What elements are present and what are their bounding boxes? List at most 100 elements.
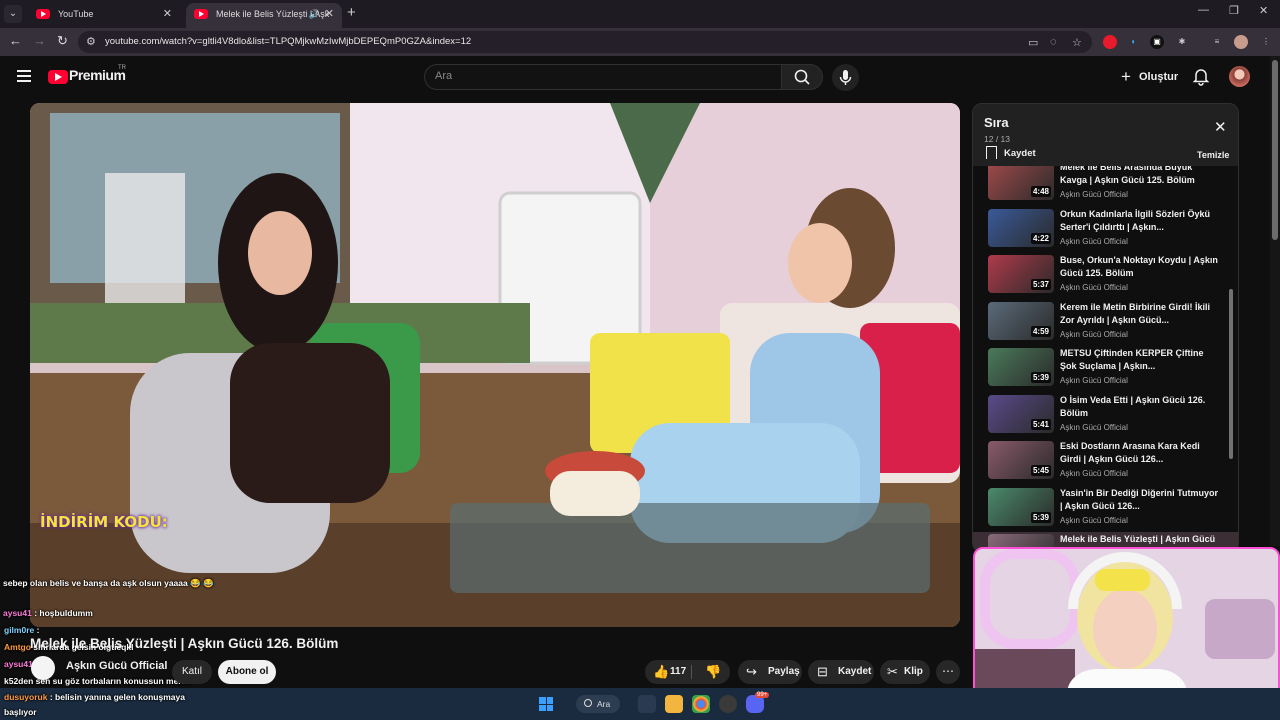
video-thumbnail[interactable]: 4:22	[988, 208, 1054, 247]
playlist-item-title[interactable]: Melek ile Belis Yüzleşti | Aşkın Gücü	[1060, 533, 1220, 546]
forward-icon[interactable]: →	[33, 33, 46, 48]
playlist-item-title[interactable]: Melek ile Belis Arasında Büyük Kavga | A…	[1060, 166, 1220, 187]
share-label: Paylaş	[768, 666, 800, 677]
profile-avatar[interactable]	[1234, 35, 1248, 49]
playlist-item[interactable]: 5:37 Buse, Orkun'a Noktayı Koydu | Aşkın …	[973, 253, 1238, 299]
like-count[interactable]: 117	[670, 660, 686, 684]
video-title: Melek ile Belis Yüzleşti | Aşkın Gücü 12…	[30, 636, 339, 651]
chat-message: aysu41	[4, 659, 33, 669]
chat-message: gilm0re :	[4, 625, 40, 635]
join-button[interactable]: Katıl	[172, 660, 212, 684]
playlist-item[interactable]: 5:41 O İsim Veda Etti | Aşkın Gücü 126. B…	[973, 393, 1238, 439]
task-view-icon[interactable]	[638, 695, 656, 713]
bell-icon	[1192, 69, 1210, 86]
video-thumbnail[interactable]: 5:45	[988, 441, 1054, 479]
close-tab-icon[interactable]: ✕	[325, 3, 334, 25]
notification-badge: 99+	[755, 692, 770, 698]
video-duration: 5:37	[1030, 279, 1051, 290]
playlist-item-title[interactable]: Kerem ile Metin Birbirine Girdi! İkili Z…	[1060, 301, 1220, 327]
video-duration: 5:41	[1030, 418, 1051, 430]
video-thumbnail[interactable]: 5:41	[988, 394, 1054, 433]
minimize-icon[interactable]: —	[1198, 4, 1209, 16]
taskbar-search[interactable]: Ara	[576, 695, 620, 713]
menu-icon[interactable]	[17, 70, 31, 82]
tab-label: YouTube	[58, 9, 94, 19]
chat-message: k52den sen su göz torbaların konussun me…	[4, 676, 191, 686]
extensions-puzzle-icon[interactable]: ✱	[1175, 35, 1189, 49]
new-tab-button[interactable]: +	[347, 4, 356, 21]
channel-name[interactable]: Aşkın Gücü Official	[66, 660, 167, 672]
tab-youtube[interactable]: YouTube ✕	[28, 3, 180, 28]
video-frame	[30, 103, 960, 627]
plus-icon: +	[1121, 67, 1131, 86]
create-button[interactable]: + Oluştur	[1117, 66, 1178, 88]
page-scrollbar[interactable]	[1270, 56, 1280, 546]
youtube-logo-icon[interactable]	[48, 70, 68, 84]
playlist-item[interactable]: 5:39 METSU Çiftinden KERPER Çiftine Şok S…	[973, 346, 1238, 392]
youtube-favicon-icon	[194, 9, 208, 19]
window-close-icon[interactable]: ✕	[1259, 4, 1268, 17]
tab-video[interactable]: Melek ile Belis Yüzleşti | Aşk 🔊 ✕	[186, 3, 342, 28]
video-thumbnail[interactable]: 5:37	[988, 255, 1054, 293]
video-thumbnail[interactable]: 5:39	[988, 487, 1054, 526]
playlist-item-title[interactable]: Orkun Kadınlarla İlgili Sözleri Öykü Ser…	[1060, 208, 1220, 234]
clip-label: Klip	[904, 666, 923, 677]
reading-list-icon[interactable]: ≡	[1210, 35, 1224, 49]
playlist-item-title[interactable]: O İsim Veda Etti | Aşkın Gücü 126. Bölüm	[1060, 394, 1220, 420]
playlist-item-channel: Aşkın Gücü Official	[1060, 376, 1128, 385]
search-button[interactable]	[781, 64, 823, 90]
playlist-clear-button[interactable]: Temizle	[1197, 150, 1229, 160]
playlist-item-title[interactable]: Eski Dostların Arasına Kara Kedi Girdi |…	[1060, 440, 1220, 466]
playlist-item-title[interactable]: Buse, Orkun'a Noktayı Koydu | Aşkın Gücü…	[1060, 254, 1220, 280]
search-box	[424, 64, 782, 90]
reload-icon[interactable]: ↻	[57, 33, 68, 49]
close-playlist-icon[interactable]: ✕	[1214, 118, 1227, 136]
save-button[interactable]: ⊟ Kaydet	[808, 660, 874, 684]
dislike-icon[interactable]: 👎	[705, 660, 721, 684]
playlist-item-title[interactable]: METSU Çiftinden KERPER Çiftine Şok Suçla…	[1060, 347, 1220, 373]
clip-button[interactable]: ✂ Klip	[880, 660, 930, 684]
playlist-item[interactable]: 5:39 Yasin'in Bir Dediği Diğerini Tutmuyo…	[973, 486, 1238, 532]
playlist-item[interactable]: 4:48 Melek ile Belis Arasında Büyük Kavga…	[973, 166, 1238, 206]
tab-search-button[interactable]: ⌄	[4, 5, 22, 23]
close-tab-icon[interactable]: ✕	[163, 3, 172, 25]
stream-overlay-text: İNDİRİM KODU:	[40, 513, 168, 531]
windows-taskbar: dusuyoruk : belisin yanına gelen konuşma…	[0, 688, 1280, 720]
extension-shield-icon[interactable]: ▣	[1150, 35, 1164, 49]
playlist-item-title[interactable]: Yasin'in Bir Dediği Diğerini Tutmuyor | …	[1060, 487, 1220, 513]
notifications-button[interactable]	[1191, 66, 1211, 86]
account-avatar[interactable]	[1229, 66, 1250, 87]
extension-translate-icon[interactable]: ◖	[1126, 35, 1140, 49]
address-bar[interactable]: ⚙ youtube.com/watch?v=gltli4V8dlo&list=T…	[78, 31, 1092, 53]
video-thumbnail[interactable]: 5:39	[988, 348, 1054, 386]
share-button[interactable]: ↪ Paylaş	[738, 660, 802, 684]
app-icon[interactable]	[719, 695, 737, 713]
playlist-scrollbar[interactable]	[1229, 169, 1233, 552]
back-icon[interactable]: ←	[9, 33, 22, 48]
microphone-icon	[839, 70, 852, 85]
restore-icon[interactable]: ❐	[1229, 4, 1239, 17]
video-thumbnail[interactable]: 4:59	[988, 301, 1054, 340]
cast-icon[interactable]: ▭	[1028, 36, 1038, 49]
video-player[interactable]: İNDİRİM KODU:	[30, 103, 960, 627]
site-info-icon[interactable]: ⚙	[86, 35, 96, 48]
browser-menu-icon[interactable]: ⋮	[1259, 35, 1273, 49]
hide-icon[interactable]: ◌	[1050, 36, 1057, 48]
channel-avatar[interactable]	[31, 656, 55, 680]
playlist-item[interactable]: 5:45 Eski Dostların Arasına Kara Kedi Gir…	[973, 439, 1238, 485]
playlist-item[interactable]: 4:59 Kerem ile Metin Birbirine Girdi! İki…	[973, 300, 1238, 346]
playlist-item[interactable]: 4:22 Orkun Kadınlarla İlgili Sözleri Öykü…	[973, 207, 1238, 253]
more-actions-icon[interactable]: ⋯	[936, 660, 960, 684]
video-thumbnail[interactable]: 4:48	[988, 166, 1054, 200]
extension-red-icon[interactable]	[1103, 35, 1117, 49]
voice-search-button[interactable]	[832, 64, 859, 91]
search-input[interactable]	[435, 70, 765, 82]
chrome-icon[interactable]	[692, 695, 710, 713]
playlist-save-button[interactable]: Kaydet	[986, 146, 1036, 159]
file-explorer-icon[interactable]	[665, 695, 683, 713]
subscribe-button[interactable]: Abone ol	[218, 660, 276, 684]
bookmark-star-icon[interactable]: ☆	[1072, 36, 1082, 49]
like-icon[interactable]: 👍	[653, 660, 669, 684]
audio-playing-icon[interactable]: 🔊	[309, 3, 320, 25]
windows-start-icon[interactable]	[539, 697, 553, 711]
